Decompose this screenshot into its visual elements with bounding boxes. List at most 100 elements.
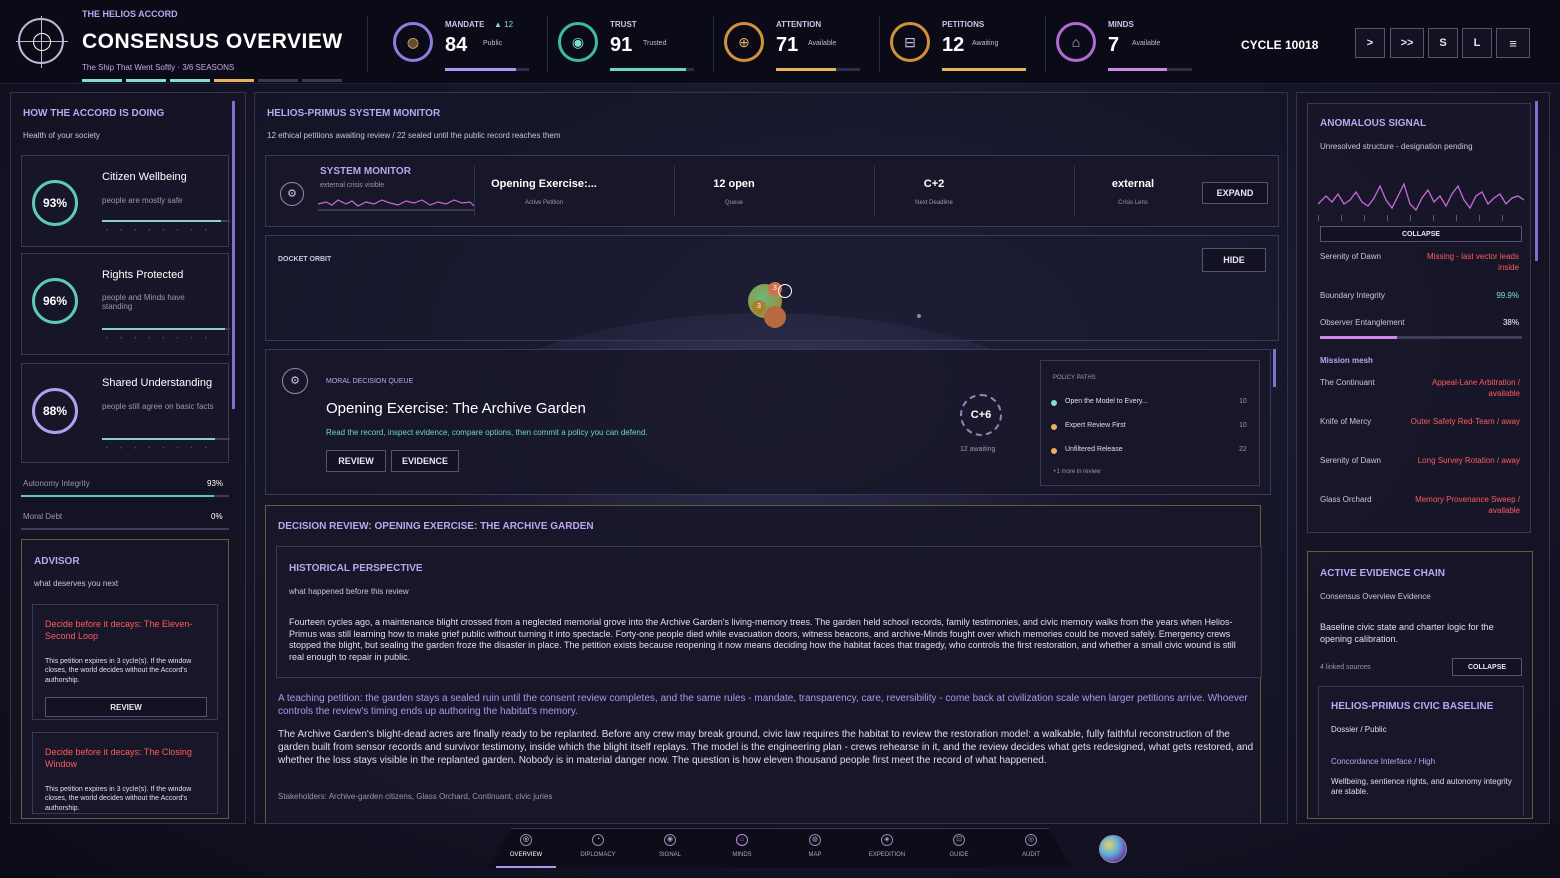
- nav-guide[interactable]: ⊡ GUIDE: [929, 834, 989, 858]
- advisor-item[interactable]: Decide before it decays: The Closing Win…: [32, 732, 218, 814]
- autonomy-value: 93%: [207, 479, 224, 488]
- hide-button[interactable]: HIDE: [1202, 248, 1266, 272]
- historical-perspective: HISTORICAL PERSPECTIVE what happened bef…: [276, 546, 1262, 678]
- advisor-card: ADVISOR what deserves you next Decide be…: [21, 539, 229, 819]
- diplomacy-icon: ◔: [592, 834, 604, 846]
- mandate-bar: [445, 68, 529, 71]
- advisor-review-button[interactable]: REVIEW: [45, 697, 207, 717]
- advisor-item[interactable]: Decide before it decays: The Eleven-Seco…: [32, 604, 218, 720]
- monitor-waveform: [318, 199, 474, 211]
- signal-icon: ◉: [664, 834, 676, 846]
- panel-subtitle: Health of your society: [23, 131, 100, 140]
- expand-button[interactable]: EXPAND: [1202, 182, 1268, 204]
- observer-bar: [1320, 336, 1522, 339]
- page-title: CONSENSUS OVERVIEW: [82, 30, 343, 53]
- season-progress: [82, 79, 352, 82]
- policy-option[interactable]: Unfiltered Release 22: [1051, 445, 1253, 459]
- metric-card-understanding[interactable]: 88% Shared Understanding people still ag…: [21, 363, 230, 463]
- mesh-row[interactable]: The Continuant Appeal-Lane Arbitration /…: [1320, 378, 1520, 412]
- orbit-node[interactable]: [764, 306, 786, 328]
- queue-icon: ⚙: [282, 368, 308, 394]
- mesh-row[interactable]: Glass Orchard Memory Provenance Sweep / …: [1320, 495, 1520, 529]
- nav-diplomacy[interactable]: ◔ DIPLOMACY: [568, 834, 628, 858]
- attention-icon: ⊕: [724, 22, 764, 62]
- policy-paths: POLICY PATHS Open the Model to Every... …: [1040, 360, 1260, 486]
- org-name: THE HELIOS ACCORD: [82, 9, 178, 19]
- evidence-button[interactable]: EVIDENCE: [391, 450, 459, 472]
- stakeholders: Stakeholders: Archive-garden citizens, G…: [278, 792, 553, 801]
- policy-dot: [1051, 424, 1057, 430]
- globe-avatar[interactable]: [1099, 835, 1127, 863]
- moral-debt-value: 0%: [211, 512, 223, 521]
- autonomy-bar: [21, 495, 229, 497]
- trust-icon: ◉: [558, 22, 598, 62]
- nav-signal[interactable]: ◉ SIGNAL: [640, 834, 700, 858]
- save-button[interactable]: S: [1428, 28, 1458, 58]
- autonomy-label: Autonomy Integrity: [23, 479, 90, 488]
- serenity-status: Missing - last vector leads inside: [1426, 252, 1519, 272]
- deadline-clock: C+6: [960, 394, 1002, 436]
- trust-bar: [610, 68, 694, 71]
- top-bar: THE HELIOS ACCORD CONSENSUS OVERVIEW The…: [0, 0, 1560, 84]
- queue-scrollbar[interactable]: [1273, 349, 1276, 387]
- policy-option[interactable]: Expert Review First 10: [1051, 421, 1253, 435]
- panel-scrollbar[interactable]: [1535, 101, 1538, 261]
- expedition-icon: ◈: [881, 834, 893, 846]
- mesh-row[interactable]: Knife of Mercy Outer Safety Red-Team / a…: [1320, 417, 1520, 451]
- attention-bar: [776, 68, 860, 71]
- panel-title: HOW THE ACCORD IS DOING: [23, 108, 165, 119]
- rights-slider: [102, 328, 230, 330]
- policy-option[interactable]: Open the Model to Every... 10: [1051, 397, 1253, 411]
- map-icon: ◍: [809, 834, 821, 846]
- nav-expedition[interactable]: ◈ EXPEDITION: [857, 834, 917, 858]
- metric-card-wellbeing[interactable]: 93% Citizen Wellbeing people are mostly …: [21, 155, 230, 247]
- next-deadline-cell: C+2 Next Deadline: [915, 178, 953, 206]
- load-button[interactable]: L: [1462, 28, 1492, 58]
- active-petition-cell: Opening Exercise:... Active Petition: [491, 178, 597, 206]
- system-monitor-panel: HELIOS-PRIMUS SYSTEM MONITOR 12 ethical …: [254, 92, 1288, 824]
- petition-title: Opening Exercise: The Archive Garden: [326, 400, 586, 417]
- understanding-slider: [102, 438, 230, 440]
- menu-button[interactable]: ≡: [1496, 28, 1530, 58]
- mesh-row[interactable]: Serenity of Dawn Long Survey Rotation / …: [1320, 456, 1520, 490]
- guide-icon: ⊡: [953, 834, 965, 846]
- audit-icon: ◎: [1025, 834, 1037, 846]
- stat-attention: ⊕ ATTENTION 71 Available: [724, 14, 874, 76]
- signal-collapse-button[interactable]: COLLAPSE: [1320, 226, 1522, 242]
- nav-map[interactable]: ◍ MAP: [785, 834, 845, 858]
- panel-title: HELIOS-PRIMUS SYSTEM MONITOR: [267, 108, 441, 119]
- panel-subtitle: 12 ethical petitions awaiting review / 2…: [267, 131, 561, 140]
- review-body: The Archive Garden's blight-dead acres a…: [278, 729, 1254, 766]
- panel-scrollbar[interactable]: [232, 101, 235, 409]
- page-subtitle: The Ship That Went Softly · 3/6 SEASONS: [82, 63, 235, 72]
- step-button[interactable]: >: [1355, 28, 1385, 58]
- monitor-icon: ⚙: [280, 182, 304, 206]
- nav-minds[interactable]: ⌂ MINDS: [712, 834, 772, 858]
- decision-queue-card: ⚙ MORAL DECISION QUEUE Opening Exercise:…: [265, 349, 1271, 495]
- evidence-collapse-button[interactable]: COLLAPSE: [1452, 658, 1522, 676]
- review-button[interactable]: REVIEW: [326, 450, 386, 472]
- accord-logo-icon: [16, 16, 68, 68]
- stat-trust: ◉ TRUST 91 Trusted: [558, 14, 708, 76]
- nav-overview[interactable]: ◎ OVERVIEW: [496, 834, 556, 858]
- minds-icon: ⌂: [1056, 22, 1096, 62]
- observer-value: 38%: [1502, 318, 1519, 327]
- stat-petitions: ⊟ PETITIONS 12 Awaiting: [890, 14, 1040, 76]
- decision-review: DECISION REVIEW: OPENING EXERCISE: THE A…: [265, 505, 1262, 823]
- wellbeing-gauge: 93%: [32, 180, 78, 226]
- petitions-bar: [942, 68, 1026, 71]
- minds-bar: [1108, 68, 1192, 71]
- mandate-icon: ◍: [393, 22, 433, 62]
- nav-active-indicator: [496, 866, 556, 868]
- civic-baseline-card[interactable]: HELIOS-PRIMUS CIVIC BASELINE Dossier / P…: [1318, 686, 1524, 816]
- accord-health-panel: HOW THE ACCORD IS DOING Health of your s…: [10, 92, 246, 824]
- teaching-note: A teaching petition: the garden stays a …: [278, 693, 1248, 717]
- stat-minds: ⌂ MINDS 7 Available: [1056, 14, 1206, 76]
- nav-audit[interactable]: ◎ AUDIT: [1001, 834, 1061, 858]
- signal-waveform: [1318, 182, 1524, 221]
- crisis-lens-cell: external Crisis Lens: [1111, 178, 1155, 206]
- fast-forward-button[interactable]: >>: [1390, 28, 1424, 58]
- understanding-gauge: 88%: [32, 388, 78, 434]
- metric-card-rights[interactable]: 96% Rights Protected people and Minds ha…: [21, 253, 230, 355]
- anomalous-signal-card: ANOMALOUS SIGNAL Unresolved structure - …: [1307, 103, 1531, 533]
